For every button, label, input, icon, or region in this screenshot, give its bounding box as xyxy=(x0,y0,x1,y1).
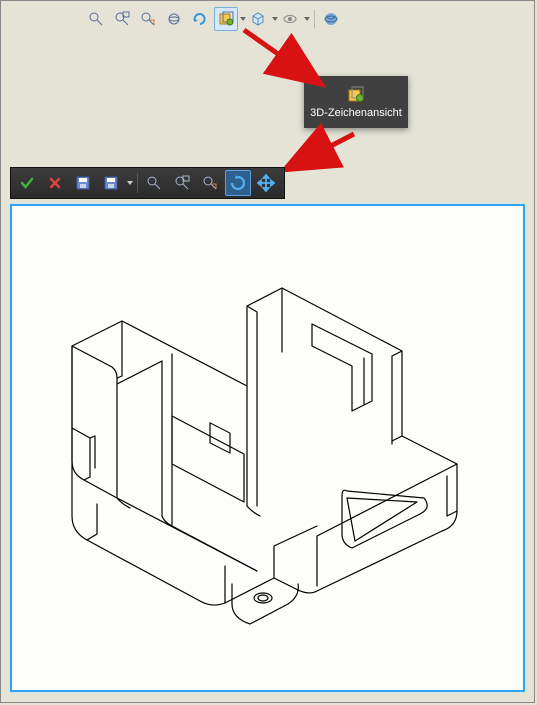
redo-view-icon[interactable] xyxy=(188,7,212,31)
view-style-icon[interactable] xyxy=(246,7,270,31)
part-drawing xyxy=(12,206,523,690)
section-icon[interactable] xyxy=(214,7,238,31)
orbit-icon[interactable] xyxy=(162,7,186,31)
hide-show-dropdown[interactable] xyxy=(304,8,310,30)
zoom-area-edit-icon[interactable] xyxy=(169,170,195,196)
accept-icon[interactable] xyxy=(14,170,40,196)
drawing-viewport[interactable] xyxy=(10,204,525,692)
rotate-icon[interactable] xyxy=(225,170,251,196)
zoom-window-icon[interactable] xyxy=(110,7,134,31)
tooltip-label: 3D-Zeichenansicht xyxy=(310,107,402,119)
hide-show-icon[interactable] xyxy=(278,7,302,31)
open-icon[interactable] xyxy=(98,170,124,196)
edit-toolbar xyxy=(10,167,285,199)
section-3d-icon xyxy=(347,86,365,104)
zoom-fit-icon[interactable] xyxy=(84,7,108,31)
3d-view-tooltip: 3D-Zeichenansicht xyxy=(304,76,408,128)
toolbar-separator xyxy=(314,10,315,28)
zoom-fit-edit-icon[interactable] xyxy=(141,170,167,196)
view-toolbar xyxy=(84,6,345,32)
toolbar-separator xyxy=(137,173,138,193)
pan-icon[interactable] xyxy=(253,170,279,196)
open-dropdown[interactable] xyxy=(126,171,134,195)
cancel-icon[interactable] xyxy=(42,170,68,196)
apply-scene-icon[interactable] xyxy=(319,7,343,31)
zoom-area-icon[interactable] xyxy=(136,7,160,31)
save-icon[interactable] xyxy=(70,170,96,196)
zoom-to-icon[interactable] xyxy=(197,170,223,196)
